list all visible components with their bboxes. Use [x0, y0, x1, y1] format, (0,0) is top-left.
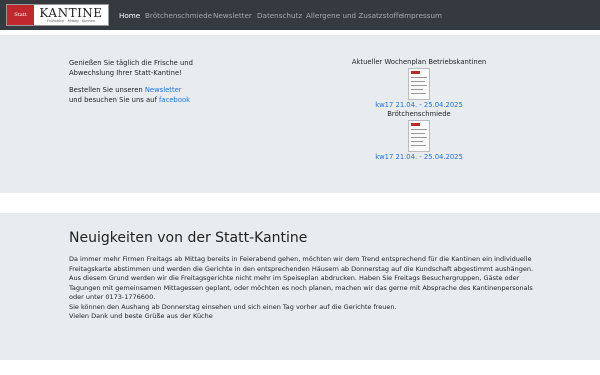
weekly-plans: Aktueller Wochenplan Betriebskantinen kw…: [345, 58, 493, 162]
logo-title: KANTINE: [39, 5, 103, 20]
intro-text: Genießen Sie täglich die Frische und Abw…: [69, 58, 229, 105]
thumb-header: [411, 123, 420, 126]
news-body: Da immer mehr Firmen Freitags ab Mittag …: [69, 255, 539, 322]
news-paragraph: Vielen Dank und beste Grüße aus der Küch…: [69, 312, 213, 320]
logo-badge: Statt: [7, 5, 34, 25]
plan-thumbnail-broetchenschmiede[interactable]: [408, 120, 430, 152]
plan-link-broetchenschmiede[interactable]: kw17 21.04. - 25.04.2025: [345, 152, 493, 162]
nav-item-impressum[interactable]: Impressum: [402, 11, 442, 20]
thumb-line: [411, 145, 426, 146]
plan-title-broetchenschmiede: Brötchenschmiede: [387, 110, 451, 118]
thumb-line: [411, 93, 426, 94]
top-navbar: Statt KANTINE Frühstück · Mittag · Kuche…: [0, 0, 600, 30]
nav-item-datenschutz[interactable]: Datenschutz: [257, 11, 302, 20]
facebook-link[interactable]: facebook: [159, 96, 190, 104]
plan-title-betriebskantinen: Aktueller Wochenplan Betriebskantinen: [351, 58, 487, 66]
news-paragraph: Da immer mehr Firmen Freitags ab Mittag …: [69, 255, 534, 301]
thumb-line: [411, 141, 423, 142]
nav-item-newsletter[interactable]: Newsletter: [213, 11, 252, 20]
nav-item-broetchenschmiede[interactable]: Brötchenschmiede: [145, 11, 212, 20]
thumb-line: [411, 129, 427, 130]
logo-subtitle: Frühstück · Mittag · Kuchen: [47, 18, 95, 23]
plan-thumbnail-betriebskantinen[interactable]: [408, 68, 430, 100]
nav-item-allergene[interactable]: Allergene und Zusatzstoffe: [306, 11, 403, 20]
news-heading: Neuigkeiten von der Statt-Kantine: [69, 230, 308, 246]
thumb-header: [411, 71, 420, 74]
visit-line: und besuchen Sie uns auf facebook: [69, 95, 229, 105]
plan-link-betriebskantinen[interactable]: kw17 21.04. - 25.04.2025: [345, 100, 493, 110]
newsletter-link[interactable]: Newsletter: [145, 86, 182, 94]
order-line: Bestellen Sie unseren Newsletter: [69, 85, 229, 95]
thumb-line: [411, 81, 425, 82]
logo-text-block: KANTINE Frühstück · Mittag · Kuchen: [34, 5, 108, 25]
thumb-line: [411, 89, 423, 90]
thumb-line: [411, 77, 427, 78]
intro-tagline: Genießen Sie täglich die Frische und Abw…: [69, 59, 193, 77]
kantine-logo[interactable]: Statt KANTINE Frühstück · Mittag · Kuche…: [6, 4, 109, 26]
visit-prefix: und besuchen Sie uns auf: [69, 96, 160, 104]
thumb-line: [411, 137, 427, 138]
news-paragraph: Sie können den Aushang ab Donnerstag ein…: [69, 302, 397, 311]
thumb-line: [411, 133, 425, 134]
thumb-line: [411, 85, 427, 86]
order-prefix: Bestellen Sie unseren: [69, 86, 145, 94]
nav-item-home[interactable]: Home: [119, 11, 140, 20]
